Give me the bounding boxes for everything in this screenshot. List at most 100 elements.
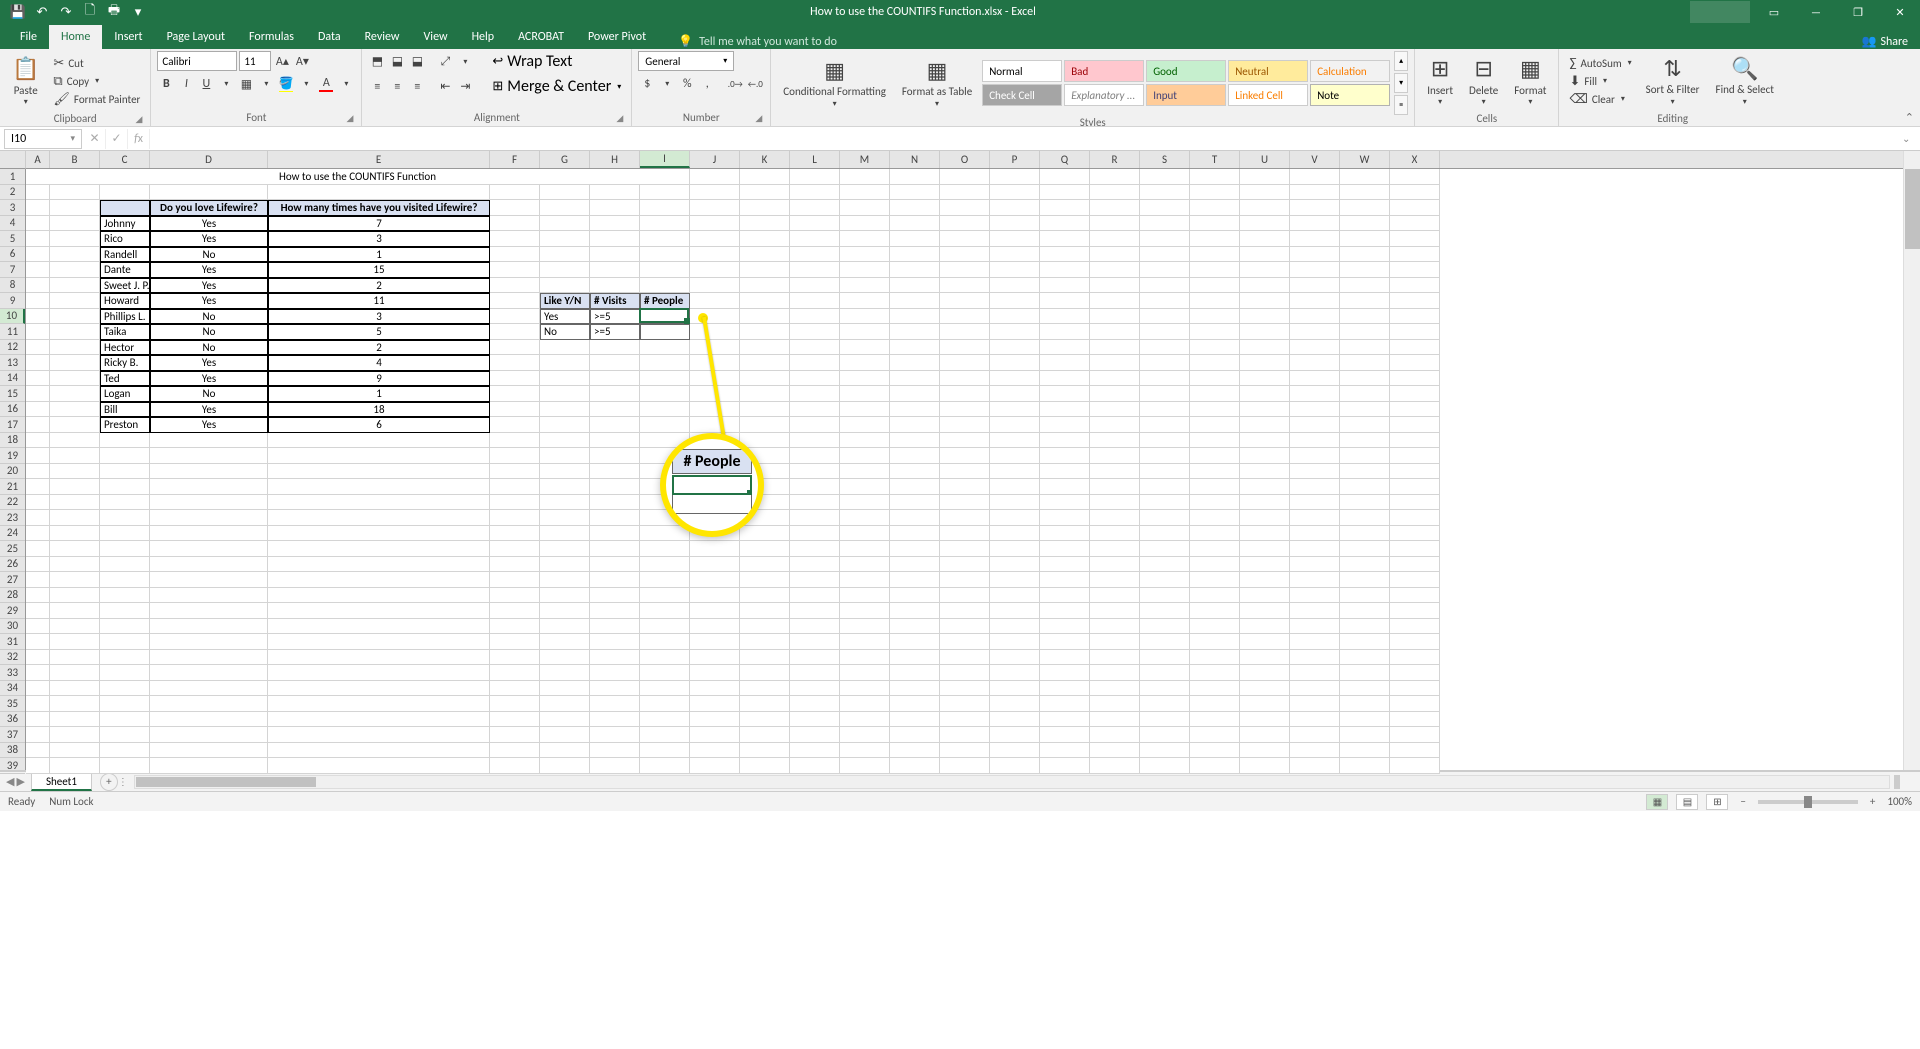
cell-O7[interactable] [940, 262, 990, 278]
cell-T10[interactable] [1190, 309, 1240, 325]
cell-A12[interactable] [26, 340, 50, 356]
cell-T25[interactable] [1190, 541, 1240, 557]
cell-V21[interactable] [1290, 479, 1340, 495]
cell-G23[interactable] [540, 510, 590, 526]
cell-C24[interactable] [100, 526, 150, 542]
cell-F25[interactable] [490, 541, 540, 557]
cell-C12[interactable]: Hector [100, 340, 150, 356]
cell-O38[interactable] [940, 743, 990, 759]
cell-N36[interactable] [890, 712, 940, 728]
cell-E37[interactable] [268, 727, 490, 743]
cell-V11[interactable] [1290, 324, 1340, 340]
cell-U28[interactable] [1240, 588, 1290, 604]
cell-I15[interactable] [640, 386, 690, 402]
cell-G35[interactable] [540, 696, 590, 712]
cell-V20[interactable] [1290, 464, 1340, 480]
styles-scroll-up-icon[interactable]: ▴ [1394, 51, 1408, 71]
cell-T39[interactable] [1190, 758, 1240, 774]
cell-N2[interactable] [890, 185, 940, 201]
cell-H35[interactable] [590, 696, 640, 712]
cell-K39[interactable] [740, 758, 790, 774]
cell-P24[interactable] [990, 526, 1040, 542]
cell-E9[interactable]: 11 [268, 293, 490, 309]
column-header-K[interactable]: K [740, 151, 790, 168]
cell-I26[interactable] [640, 557, 690, 573]
cell-Q1[interactable] [1040, 169, 1090, 185]
cell-C6[interactable]: Randell [100, 247, 150, 263]
cell-M32[interactable] [840, 650, 890, 666]
cell-G9[interactable]: Like Y/N [540, 293, 590, 309]
cell-O4[interactable] [940, 216, 990, 232]
cell-L5[interactable] [790, 231, 840, 247]
cell-S14[interactable] [1140, 371, 1190, 387]
cell-J13[interactable] [690, 355, 740, 371]
cell-T26[interactable] [1190, 557, 1240, 573]
cell-S1[interactable] [1140, 169, 1190, 185]
cell-S16[interactable] [1140, 402, 1190, 418]
tell-me-search[interactable]: 💡 Tell me what you want to do [678, 34, 837, 49]
cell-K30[interactable] [740, 619, 790, 635]
cell-E24[interactable] [268, 526, 490, 542]
cell-P23[interactable] [990, 510, 1040, 526]
cell-N23[interactable] [890, 510, 940, 526]
increase-decimal-icon[interactable]: .0→ [726, 75, 744, 93]
cell-D10[interactable]: No [150, 309, 268, 325]
column-header-L[interactable]: L [790, 151, 840, 168]
cell-E36[interactable] [268, 712, 490, 728]
cell-D17[interactable]: Yes [150, 417, 268, 433]
cell-J32[interactable] [690, 650, 740, 666]
cell-S22[interactable] [1140, 495, 1190, 511]
cell-A9[interactable] [26, 293, 50, 309]
cell-G28[interactable] [540, 588, 590, 604]
cell-O1[interactable] [940, 169, 990, 185]
cell-U21[interactable] [1240, 479, 1290, 495]
cell-M20[interactable] [840, 464, 890, 480]
cell-M16[interactable] [840, 402, 890, 418]
cell-X22[interactable] [1390, 495, 1440, 511]
align-bottom-icon[interactable]: ⬓ [408, 53, 426, 71]
cell-B17[interactable] [50, 417, 100, 433]
cell-U23[interactable] [1240, 510, 1290, 526]
cell-T36[interactable] [1190, 712, 1240, 728]
cell-A7[interactable] [26, 262, 50, 278]
cell-D34[interactable] [150, 681, 268, 697]
cell-C38[interactable] [100, 743, 150, 759]
cell-M21[interactable] [840, 479, 890, 495]
row-header-16[interactable]: 16 [0, 402, 25, 418]
cell-A26[interactable] [26, 557, 50, 573]
cell-T30[interactable] [1190, 619, 1240, 635]
cell-P3[interactable] [990, 200, 1040, 216]
cell-E26[interactable] [268, 557, 490, 573]
cell-H8[interactable] [590, 278, 640, 294]
row-header-23[interactable]: 23 [0, 510, 25, 526]
cell-J35[interactable] [690, 696, 740, 712]
cell-J29[interactable] [690, 603, 740, 619]
cell-A5[interactable] [26, 231, 50, 247]
cell-W26[interactable] [1340, 557, 1390, 573]
cell-A29[interactable] [26, 603, 50, 619]
cell-E7[interactable]: 15 [268, 262, 490, 278]
cell-U33[interactable] [1240, 665, 1290, 681]
cell-A28[interactable] [26, 588, 50, 604]
cell-Q20[interactable] [1040, 464, 1090, 480]
cell-X20[interactable] [1390, 464, 1440, 480]
cell-F24[interactable] [490, 526, 540, 542]
cell-S8[interactable] [1140, 278, 1190, 294]
cell-B16[interactable] [50, 402, 100, 418]
cell-S31[interactable] [1140, 634, 1190, 650]
cell-Q13[interactable] [1040, 355, 1090, 371]
cell-T32[interactable] [1190, 650, 1240, 666]
cell-E18[interactable] [268, 433, 490, 449]
cell-P38[interactable] [990, 743, 1040, 759]
cell-R29[interactable] [1090, 603, 1140, 619]
cell-X26[interactable] [1390, 557, 1440, 573]
cell-W28[interactable] [1340, 588, 1390, 604]
column-header-A[interactable]: A [26, 151, 50, 168]
cell-Q8[interactable] [1040, 278, 1090, 294]
cell-G13[interactable] [540, 355, 590, 371]
account-badge[interactable] [1690, 1, 1750, 23]
style-check-cell[interactable]: Check Cell [982, 84, 1062, 106]
close-icon[interactable]: ✕ [1880, 0, 1920, 24]
cell-W17[interactable] [1340, 417, 1390, 433]
cell-N31[interactable] [890, 634, 940, 650]
